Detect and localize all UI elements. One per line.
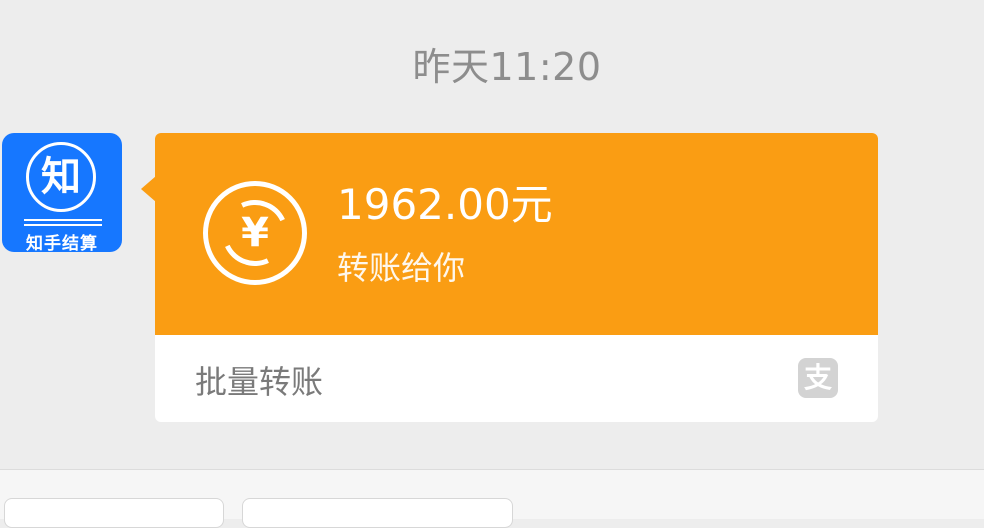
quick-reply-button[interactable] <box>242 498 513 528</box>
alipay-icon: 支 <box>798 358 838 398</box>
transfer-footer-label: 批量转账 <box>195 363 324 401</box>
chat-timestamp: 昨天11:20 <box>412 45 602 89</box>
transfer-amount: 1962.00元 <box>337 180 553 229</box>
transfer-subtitle: 转账给你 <box>337 249 466 287</box>
bubble-tail <box>141 176 156 202</box>
transfer-card-header: ¥ 1962.00元 转账给你 <box>155 133 878 335</box>
quick-reply-button[interactable] <box>4 498 224 528</box>
yen-icon: ¥ <box>241 210 269 256</box>
avatar-divider-line <box>24 219 102 221</box>
avatar-divider-line <box>24 224 102 226</box>
yen-transfer-icon: ¥ <box>203 181 307 285</box>
avatar-name: 知手结算 <box>26 234 98 252</box>
transfer-card[interactable]: ¥ 1962.00元 转账给你 批量转账 支 <box>155 133 878 422</box>
sender-avatar[interactable]: 知 知手结算 <box>2 133 122 252</box>
zhihu-logo-icon: 知 <box>26 142 96 212</box>
